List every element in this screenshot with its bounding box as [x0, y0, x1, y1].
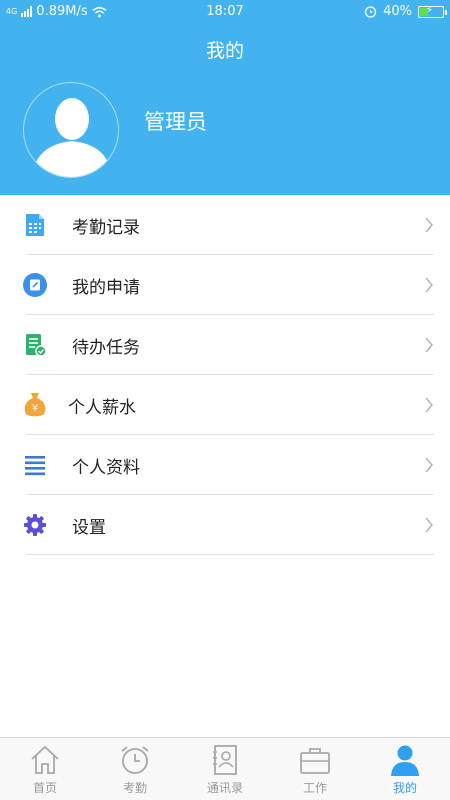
svg-text:¥: ¥: [32, 403, 38, 414]
profile-header: 4G 0.89M/s 18:07 40% ⚡ 我的 管理员: [0, 0, 450, 195]
charging-icon: ⚡: [426, 4, 434, 16]
tab-work[interactable]: 工作: [270, 738, 360, 800]
divider: [26, 554, 434, 555]
menu-item-todo-task[interactable]: 待办任务: [0, 315, 450, 375]
chevron-right-icon: [425, 217, 433, 233]
tab-home[interactable]: 首页: [0, 738, 90, 800]
menu-item-settings[interactable]: 设置: [0, 495, 450, 555]
chevron-right-icon: [425, 517, 433, 533]
avatar[interactable]: [23, 82, 119, 178]
menu-item-my-application[interactable]: 我的申请: [0, 255, 450, 315]
menu-item-salary[interactable]: ¥ 个人薪水: [0, 375, 450, 435]
menu-item-label: 个人薪水: [68, 398, 136, 418]
status-right: 40% ⚡: [364, 4, 447, 19]
tab-contacts[interactable]: 通讯录: [180, 738, 270, 800]
menu-item-label: 个人资料: [72, 458, 140, 478]
menu-item-label: 设置: [72, 518, 106, 538]
chevron-right-icon: [425, 337, 433, 353]
battery-icon: ⚡: [418, 4, 447, 18]
tab-mine[interactable]: 我的: [360, 738, 450, 800]
chevron-right-icon: [425, 397, 433, 413]
chevron-right-icon: [425, 457, 433, 473]
person-icon: [391, 745, 419, 776]
gear-icon: [22, 512, 48, 538]
menu-item-label: 我的申请: [72, 278, 140, 298]
my-application-icon: [22, 272, 48, 298]
todo-task-icon: [22, 332, 48, 358]
default-avatar-icon: [32, 98, 112, 177]
username: 管理员: [144, 110, 207, 134]
tab-attendance[interactable]: 考勤: [90, 738, 180, 800]
status-bar: 4G 0.89M/s 18:07 40% ⚡: [0, 0, 450, 24]
profile-list-icon: [22, 452, 48, 478]
battery-percent: 40%: [383, 4, 412, 19]
tab-label: 我的: [392, 781, 417, 795]
bottom-tab-bar: 首页 考勤 通讯录 工作 我的: [0, 737, 450, 800]
menu-item-label: 待办任务: [72, 338, 140, 358]
profile-menu: 考勤记录 我的申请 待办任务 ¥ 个人薪水 个人资料 设置: [0, 195, 450, 555]
tab-label: 首页: [32, 781, 57, 795]
briefcase-icon: [300, 748, 330, 774]
alarm-clock-icon: [121, 746, 149, 774]
chevron-right-icon: [425, 277, 433, 293]
tab-label: 工作: [302, 781, 327, 795]
tab-label: 通讯录: [206, 781, 243, 795]
home-icon: [31, 745, 59, 774]
alarm-icon: [364, 6, 377, 18]
contacts-icon: [213, 745, 237, 775]
attendance-record-icon: [22, 212, 48, 238]
menu-item-profile[interactable]: 个人资料: [0, 435, 450, 495]
menu-item-label: 考勤记录: [72, 218, 140, 238]
page-title: 我的: [205, 40, 244, 62]
tab-label: 考勤: [122, 781, 147, 795]
salary-bag-icon: ¥: [22, 392, 48, 418]
menu-item-attendance-record[interactable]: 考勤记录: [0, 195, 450, 255]
